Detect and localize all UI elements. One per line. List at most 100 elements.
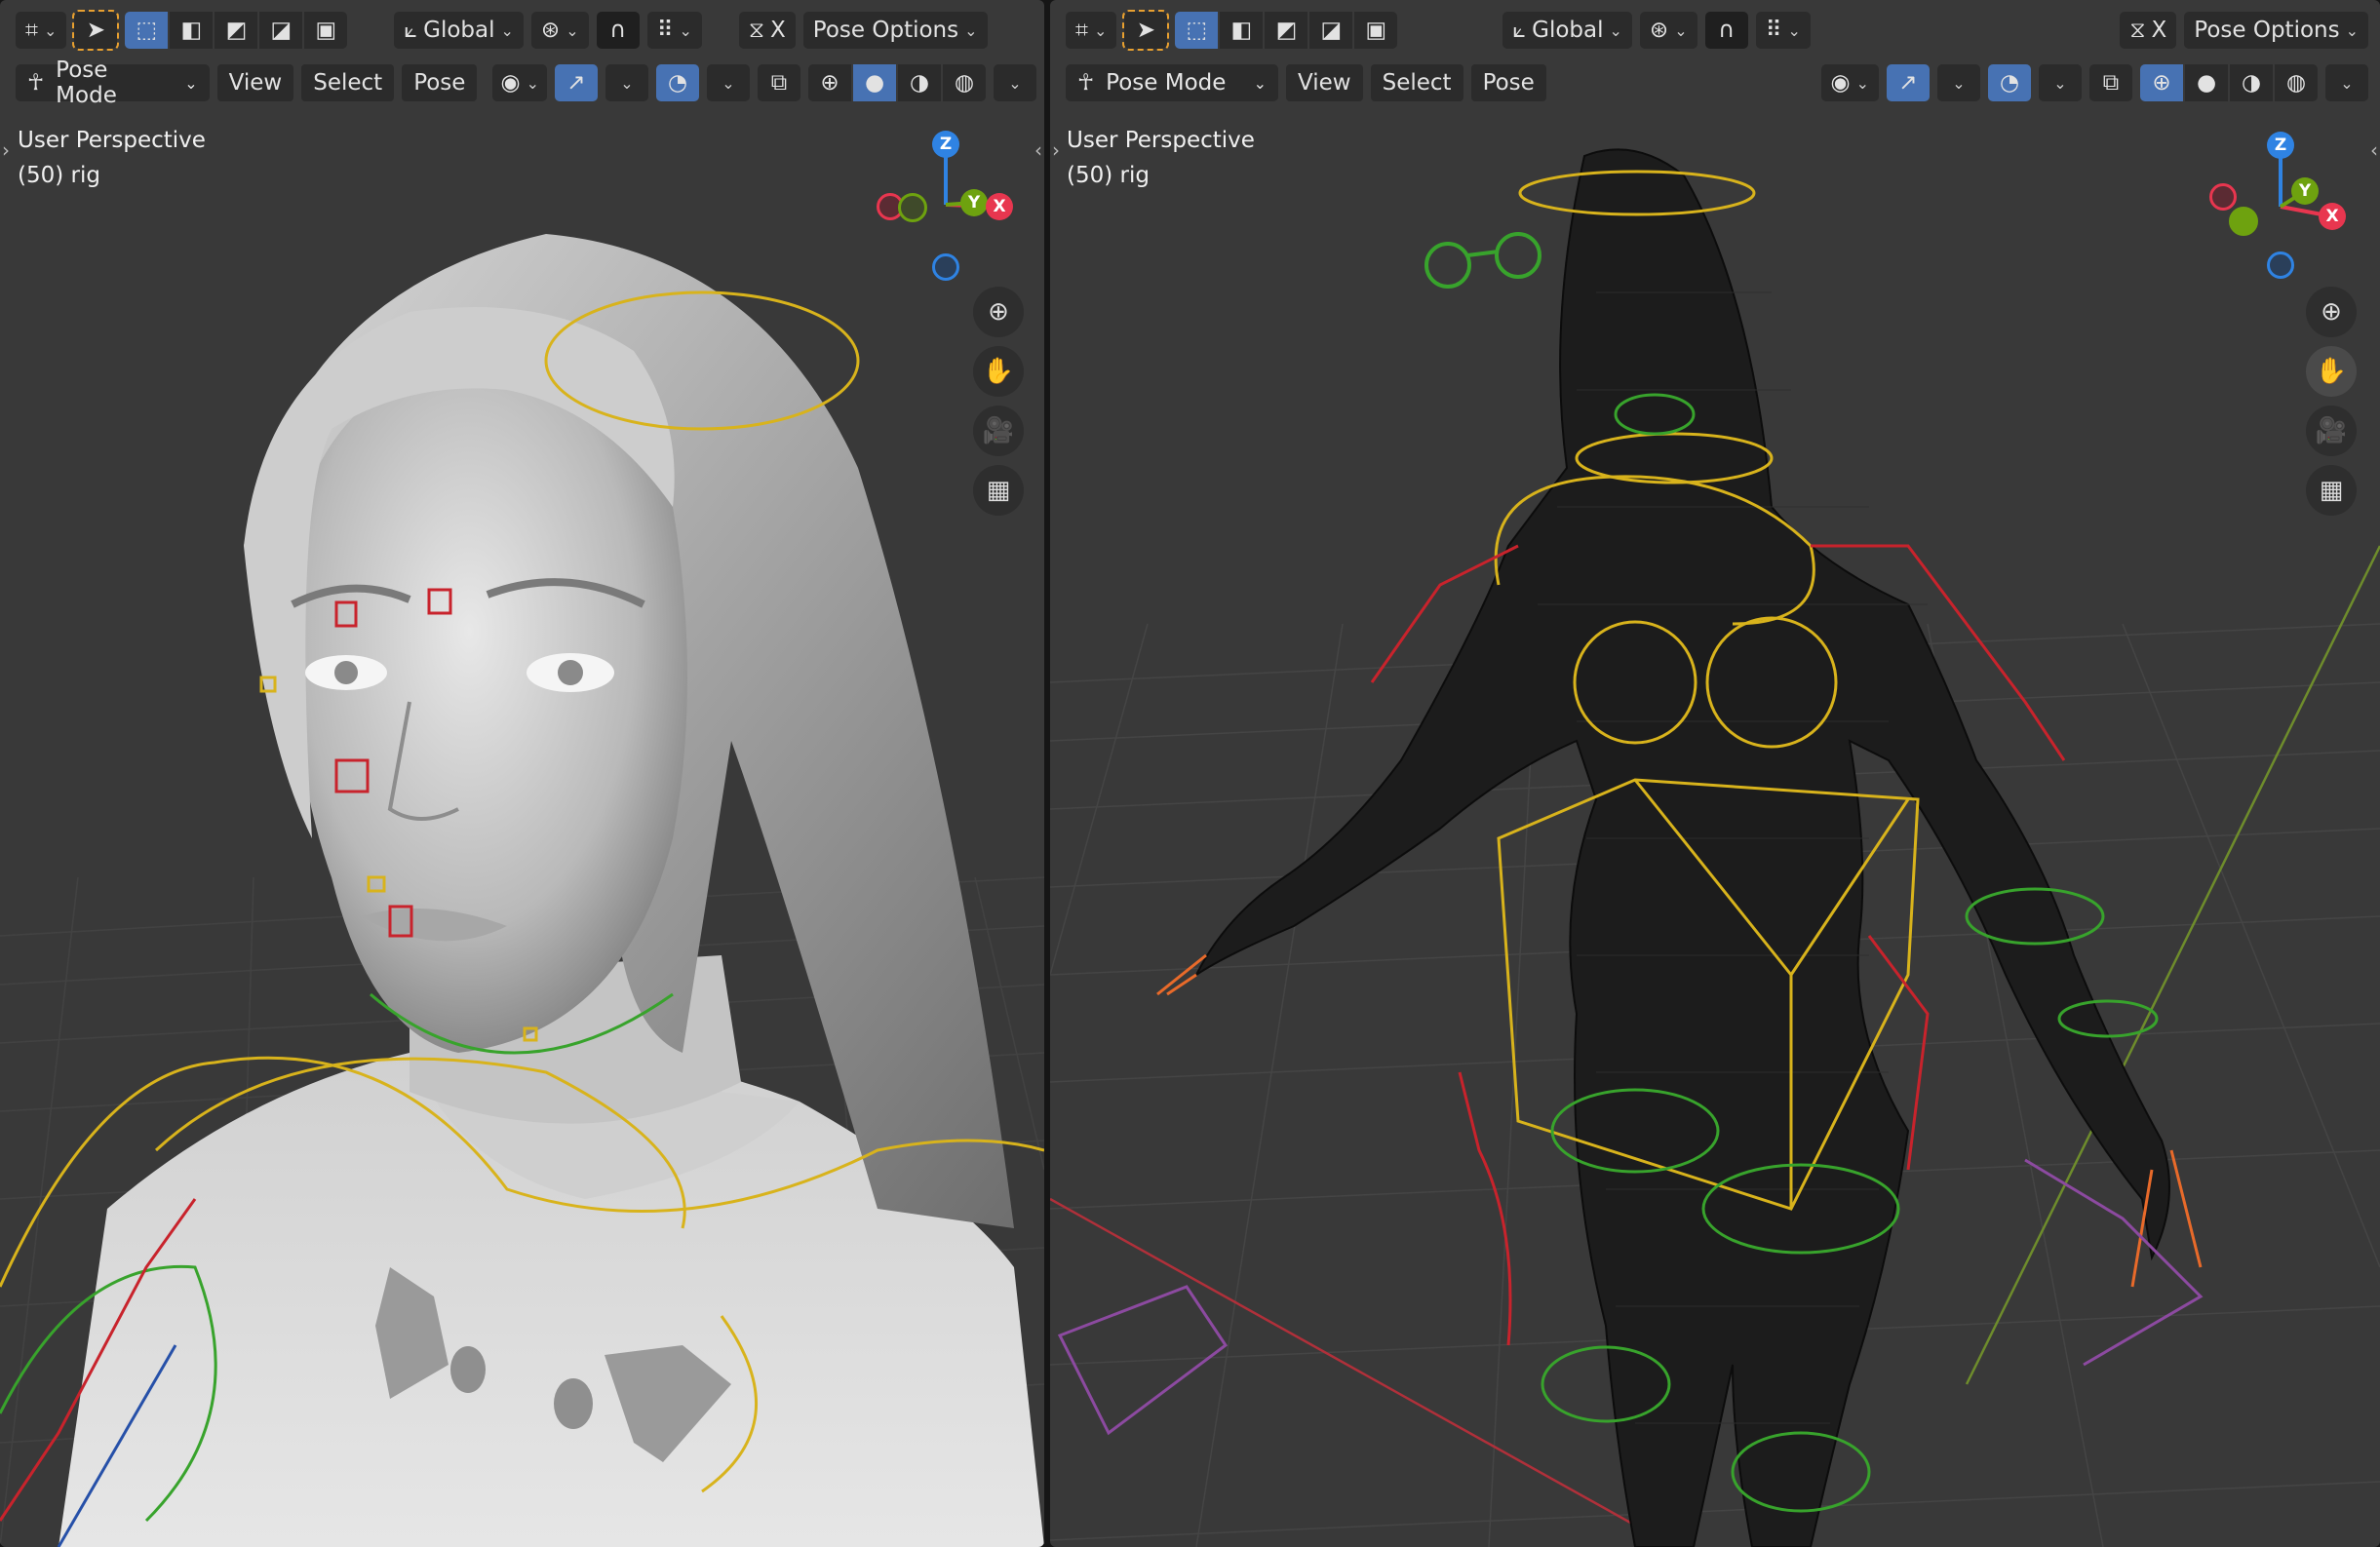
overlays-toggle[interactable]: ◔ (656, 64, 699, 101)
navigation-gizmo[interactable]: Z Y X (2207, 127, 2354, 283)
select-subtract-button[interactable]: ◩ (1265, 12, 1308, 49)
gizmo-neg-y-axis[interactable] (2229, 207, 2258, 236)
x-mirror-toggle[interactable]: ⧖ X (2120, 12, 2177, 49)
overlay-circles-icon: ◔ (1999, 70, 2020, 96)
mode-dropdown[interactable]: ☥ Pose Mode ⌄ (1066, 64, 1278, 101)
gizmo-neg-z-axis[interactable] (932, 253, 959, 281)
editor-type-button[interactable]: ⌗ ⌄ (16, 12, 67, 49)
rendered-shading-button[interactable]: ◍ (943, 64, 986, 101)
grid-perspective-icon: ▦ (2319, 476, 2344, 505)
camera-icon: 🎥 (2315, 416, 2348, 445)
toolbar-expand-arrow[interactable]: › (1052, 138, 1060, 162)
visibility-dropdown[interactable]: ◉ ⌄ (1820, 64, 1879, 101)
gizmo-y-axis[interactable]: Y (960, 189, 988, 216)
left-3d-viewport[interactable]: ⌗ ⌄ ➤ ⬚ ◧ ◩ ◪ ▣ ⟀ Global ⌄ ⊛ ⌄ ∩ ⠿ ⌄ ⧖ X Pos… (0, 0, 1044, 1547)
gizmo-toggle[interactable]: ↗ (1887, 64, 1930, 101)
pivot-point-dropdown[interactable]: ⊛ ⌄ (1639, 12, 1697, 49)
pivot-icon: ⊛ (1649, 18, 1669, 43)
selection-mode-group: ⬚ ◧ ◩ ◪ ▣ (1175, 12, 1398, 49)
projection-toggle-button[interactable]: ▦ (973, 465, 1024, 516)
snap-toggle[interactable]: ∩ (1704, 12, 1748, 49)
gizmo-z-axis[interactable]: Z (932, 131, 959, 158)
navigation-gizmo[interactable]: Z Y X (873, 127, 1019, 283)
snap-target-dropdown[interactable]: ⠿ ⌄ (646, 12, 702, 49)
select-tool-button[interactable]: ➤ (1122, 10, 1170, 51)
menu-select[interactable]: Select (1370, 64, 1463, 101)
gizmo-dropdown[interactable]: ⌄ (1937, 64, 1980, 101)
pan-button[interactable]: ✋ (973, 346, 1024, 397)
select-new-button[interactable]: ⬚ (125, 12, 169, 49)
axis-x-label: X (2151, 18, 2167, 43)
menu-pose[interactable]: Pose (1470, 64, 1546, 101)
projection-toggle-button[interactable]: ▦ (2306, 465, 2357, 516)
chevron-down-icon: ⌄ (1093, 20, 1108, 40)
camera-view-button[interactable]: 🎥 (2306, 406, 2357, 456)
select-new-button[interactable]: ⬚ (1175, 12, 1219, 49)
gizmo-toggle[interactable]: ↗ (555, 64, 598, 101)
gizmo-x-axis[interactable]: X (986, 193, 1013, 220)
snap-toggle[interactable]: ∩ (596, 12, 640, 49)
gizmo-neg-y-axis[interactable] (898, 193, 927, 222)
select-invert-button[interactable]: ◪ (259, 12, 303, 49)
chevron-down-icon: ⌄ (1952, 73, 1966, 93)
zoom-button[interactable]: ⊕ (973, 287, 1024, 337)
x-mirror-toggle[interactable]: ⧖ X (738, 12, 796, 49)
wireframe-shading-button[interactable]: ⊕ (808, 64, 851, 101)
gizmo-y-axis[interactable]: Y (2291, 177, 2319, 205)
xray-toggle[interactable]: ⧉ (758, 64, 800, 101)
xray-toggle[interactable]: ⧉ (2089, 64, 2132, 101)
mode-dropdown[interactable]: ☥ Pose Mode ⌄ (16, 58, 210, 108)
material-shading-button[interactable]: ◑ (2230, 64, 2273, 101)
gizmo-dropdown[interactable]: ⌄ (605, 64, 648, 101)
material-shading-button[interactable]: ◑ (898, 64, 941, 101)
zoom-button[interactable]: ⊕ (2306, 287, 2357, 337)
shading-dropdown[interactable]: ⌄ (994, 64, 1036, 101)
wireframe-shading-button[interactable]: ⊕ (2140, 64, 2183, 101)
gizmo-x-axis[interactable]: X (2319, 203, 2346, 230)
menu-view[interactable]: View (1286, 64, 1363, 101)
solid-shading-button[interactable]: ● (853, 64, 896, 101)
shading-dropdown[interactable]: ⌄ (2325, 64, 2368, 101)
select-invert-button[interactable]: ◪ (1309, 12, 1353, 49)
select-intersect-button[interactable]: ▣ (304, 12, 348, 49)
select-intersect-button[interactable]: ▣ (1354, 12, 1398, 49)
select-subtract-button[interactable]: ◩ (215, 12, 258, 49)
eye-icon: ◉ (1830, 70, 1851, 96)
gizmo-neg-z-axis[interactable] (2267, 251, 2294, 279)
select-extend-button[interactable]: ◧ (170, 12, 214, 49)
pose-options-dropdown[interactable]: Pose Options ⌄ (2184, 12, 2368, 49)
pose-options-dropdown[interactable]: Pose Options ⌄ (802, 12, 988, 49)
shading-group: ⊕ ● ◑ ◍ (808, 64, 986, 101)
transform-orientation-dropdown[interactable]: ⟀ Global ⌄ (1502, 12, 1632, 49)
toolbar-expand-arrow[interactable]: › (2, 138, 10, 162)
gizmo-arrow-icon: ↗ (1898, 70, 1918, 96)
overlays-toggle[interactable]: ◔ (1988, 64, 2031, 101)
menu-pose[interactable]: Pose (402, 64, 478, 101)
menu-select[interactable]: Select (301, 64, 395, 101)
visibility-dropdown[interactable]: ◉ ⌄ (492, 64, 547, 101)
hand-icon: ✋ (982, 357, 1015, 386)
pivot-point-dropdown[interactable]: ⊛ ⌄ (530, 12, 589, 49)
axis-gizmo-icon: ⌗ (25, 18, 38, 43)
chevron-down-icon: ⌄ (964, 20, 978, 40)
selection-mode-group: ⬚ ◧ ◩ ◪ ▣ (125, 12, 348, 49)
rendered-shading-button[interactable]: ◍ (2275, 64, 2318, 101)
material-sphere-icon: ◑ (909, 70, 930, 96)
gizmo-neg-x-axis[interactable] (2209, 183, 2237, 211)
select-tool-button[interactable]: ➤ (72, 10, 120, 51)
solid-shading-button[interactable]: ● (2185, 64, 2228, 101)
overlays-dropdown[interactable]: ⌄ (707, 64, 750, 101)
pan-button[interactable]: ✋ (2306, 346, 2357, 397)
overlays-dropdown[interactable]: ⌄ (2039, 64, 2082, 101)
sidebar-expand-arrow[interactable]: ‹ (1034, 138, 1042, 162)
snap-target-dropdown[interactable]: ⠿ ⌄ (1755, 12, 1811, 49)
editor-type-button[interactable]: ⌗ ⌄ (1066, 12, 1117, 49)
gizmo-z-axis[interactable]: Z (2267, 132, 2294, 159)
right-3d-viewport[interactable]: ⌗ ⌄ ➤ ⬚ ◧ ◩ ◪ ▣ ⟀ Global ⌄ ⊛ ⌄ ∩ ⠿ ⌄ ⧖ X Pos… (1050, 0, 2380, 1547)
menu-view[interactable]: View (216, 64, 294, 101)
select-extend-button[interactable]: ◧ (1220, 12, 1264, 49)
camera-view-button[interactable]: 🎥 (973, 406, 1024, 456)
sidebar-expand-arrow[interactable]: ‹ (2370, 138, 2378, 162)
transform-orientation-dropdown[interactable]: ⟀ Global ⌄ (394, 12, 524, 49)
mode-label: Pose Mode (1106, 70, 1227, 96)
